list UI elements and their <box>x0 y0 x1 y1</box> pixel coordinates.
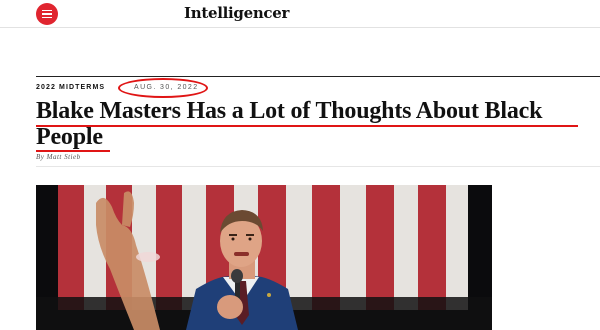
headline-underline <box>36 150 110 152</box>
headline-underline <box>36 125 578 127</box>
article-page: Intelligencer 2022 MIDTERMS AUG. 30, 202… <box>0 0 600 330</box>
site-header: Intelligencer <box>0 0 600 28</box>
byline-divider <box>36 166 600 167</box>
date-highlight-circle <box>118 78 208 98</box>
lead-photo-image <box>36 185 492 330</box>
lead-photo[interactable] <box>36 185 492 330</box>
page-title: Blake Masters Has a Lot of Thoughts Abou… <box>36 98 543 150</box>
site-logo[interactable]: Intelligencer <box>0 4 600 22</box>
byline[interactable]: By Matt Stieb <box>36 153 81 161</box>
header-divider <box>0 27 600 28</box>
section-kicker[interactable]: 2022 MIDTERMS <box>36 84 105 91</box>
article-top-rule <box>36 76 600 77</box>
